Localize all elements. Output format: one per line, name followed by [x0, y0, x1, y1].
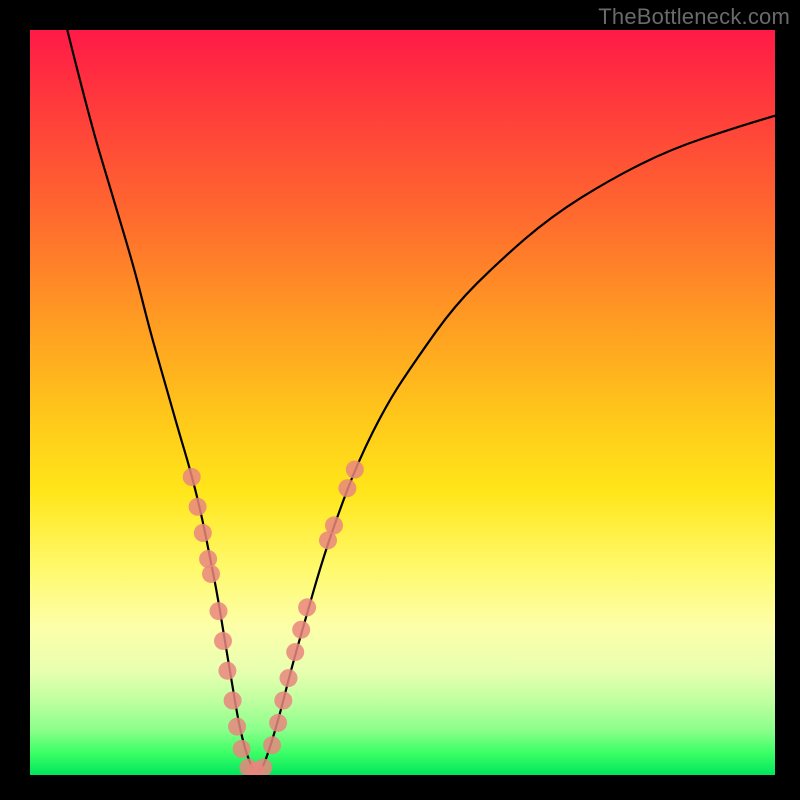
curve-marker	[199, 550, 217, 568]
plot-area	[30, 30, 775, 775]
curve-marker	[233, 740, 251, 758]
curve-marker	[274, 692, 292, 710]
curve-marker	[325, 516, 343, 534]
curve-marker	[254, 759, 272, 776]
bottleneck-curve	[67, 30, 775, 771]
curve-marker	[224, 692, 242, 710]
curve-marker	[210, 602, 228, 620]
curve-marker	[286, 643, 304, 661]
curve-marker	[292, 621, 310, 639]
outer-frame: TheBottleneck.com	[0, 0, 800, 800]
curve-marker	[263, 736, 281, 754]
curve-marker	[338, 479, 356, 497]
curve-marker	[214, 632, 232, 650]
curve-markers	[183, 461, 364, 775]
curve-marker	[228, 718, 246, 736]
curve-marker	[280, 669, 298, 687]
curve-marker	[194, 524, 212, 542]
curve-marker	[218, 662, 236, 680]
curve-marker	[298, 598, 316, 616]
watermark-text: TheBottleneck.com	[598, 4, 790, 30]
curve-marker	[189, 498, 207, 516]
curve-marker	[202, 565, 220, 583]
curve-marker	[269, 714, 287, 732]
bottleneck-chart	[30, 30, 775, 775]
curve-marker	[183, 468, 201, 486]
curve-marker	[346, 461, 364, 479]
